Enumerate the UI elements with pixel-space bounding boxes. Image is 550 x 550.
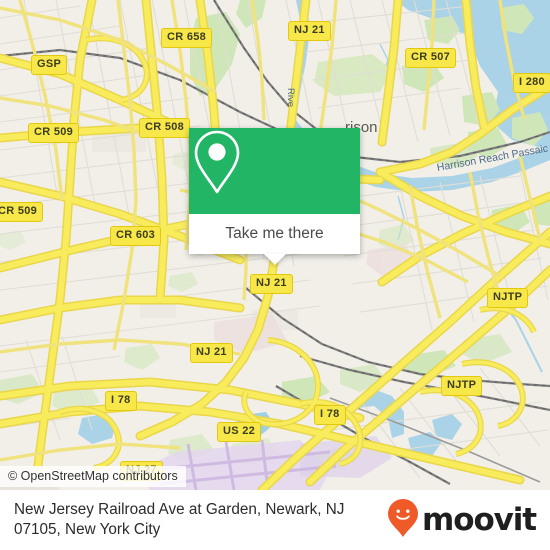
road-shield-cr-603: CR 603 xyxy=(110,226,162,246)
road-shield-cr-508: CR 508 xyxy=(139,118,191,138)
road-shield-nj-21-low: NJ 21 xyxy=(190,343,233,363)
water-label-river: Rive xyxy=(285,88,296,108)
map-canvas[interactable]: CR 658 NJ 21 CR 507 I 280 GSP CR 508 CR … xyxy=(0,0,550,490)
road-shield-cr-509-a: CR 509 xyxy=(28,123,80,143)
road-shield-i-78-a: I 78 xyxy=(105,391,137,411)
osm-attribution[interactable]: © OpenStreetMap contributors xyxy=(0,466,186,487)
road-shield-njtp-a: NJTP xyxy=(487,288,529,308)
location-address: New Jersey Railroad Ave at Garden, Newar… xyxy=(14,500,388,540)
popup-pin-area xyxy=(189,128,360,214)
road-shield-njtp-b: NJTP xyxy=(441,376,483,396)
road-shield-nj-21-mid: NJ 21 xyxy=(250,274,293,294)
road-shield-cr-507: CR 507 xyxy=(405,48,457,68)
footer-bar: New Jersey Railroad Ave at Garden, Newar… xyxy=(0,490,550,550)
popup-tail xyxy=(263,254,286,265)
road-shield-cr-509-b: CR 509 xyxy=(0,202,44,222)
address-line-1: New Jersey Railroad Ave at Garden, Newar… xyxy=(14,501,345,518)
road-shield-gsp: GSP xyxy=(31,55,68,75)
moovit-map-screenshot: CR 658 NJ 21 CR 507 I 280 GSP CR 508 CR … xyxy=(0,0,550,550)
road-shield-us-22: US 22 xyxy=(217,422,262,442)
road-shield-i-78-b: I 78 xyxy=(314,405,346,425)
address-line-2: 07105, New York City xyxy=(14,521,161,538)
road-shield-cr-658: CR 658 xyxy=(161,28,213,48)
take-me-there-button[interactable]: Take me there xyxy=(189,214,360,254)
road-shield-i-280: I 280 xyxy=(513,73,550,93)
moovit-logo[interactable]: moovit xyxy=(388,498,537,542)
road-shield-nj-21-top: NJ 21 xyxy=(288,21,331,41)
location-popup-card[interactable]: Take me there xyxy=(189,128,360,265)
moovit-pin-smiley-icon xyxy=(388,498,419,542)
moovit-wordmark: moovit xyxy=(422,501,537,538)
